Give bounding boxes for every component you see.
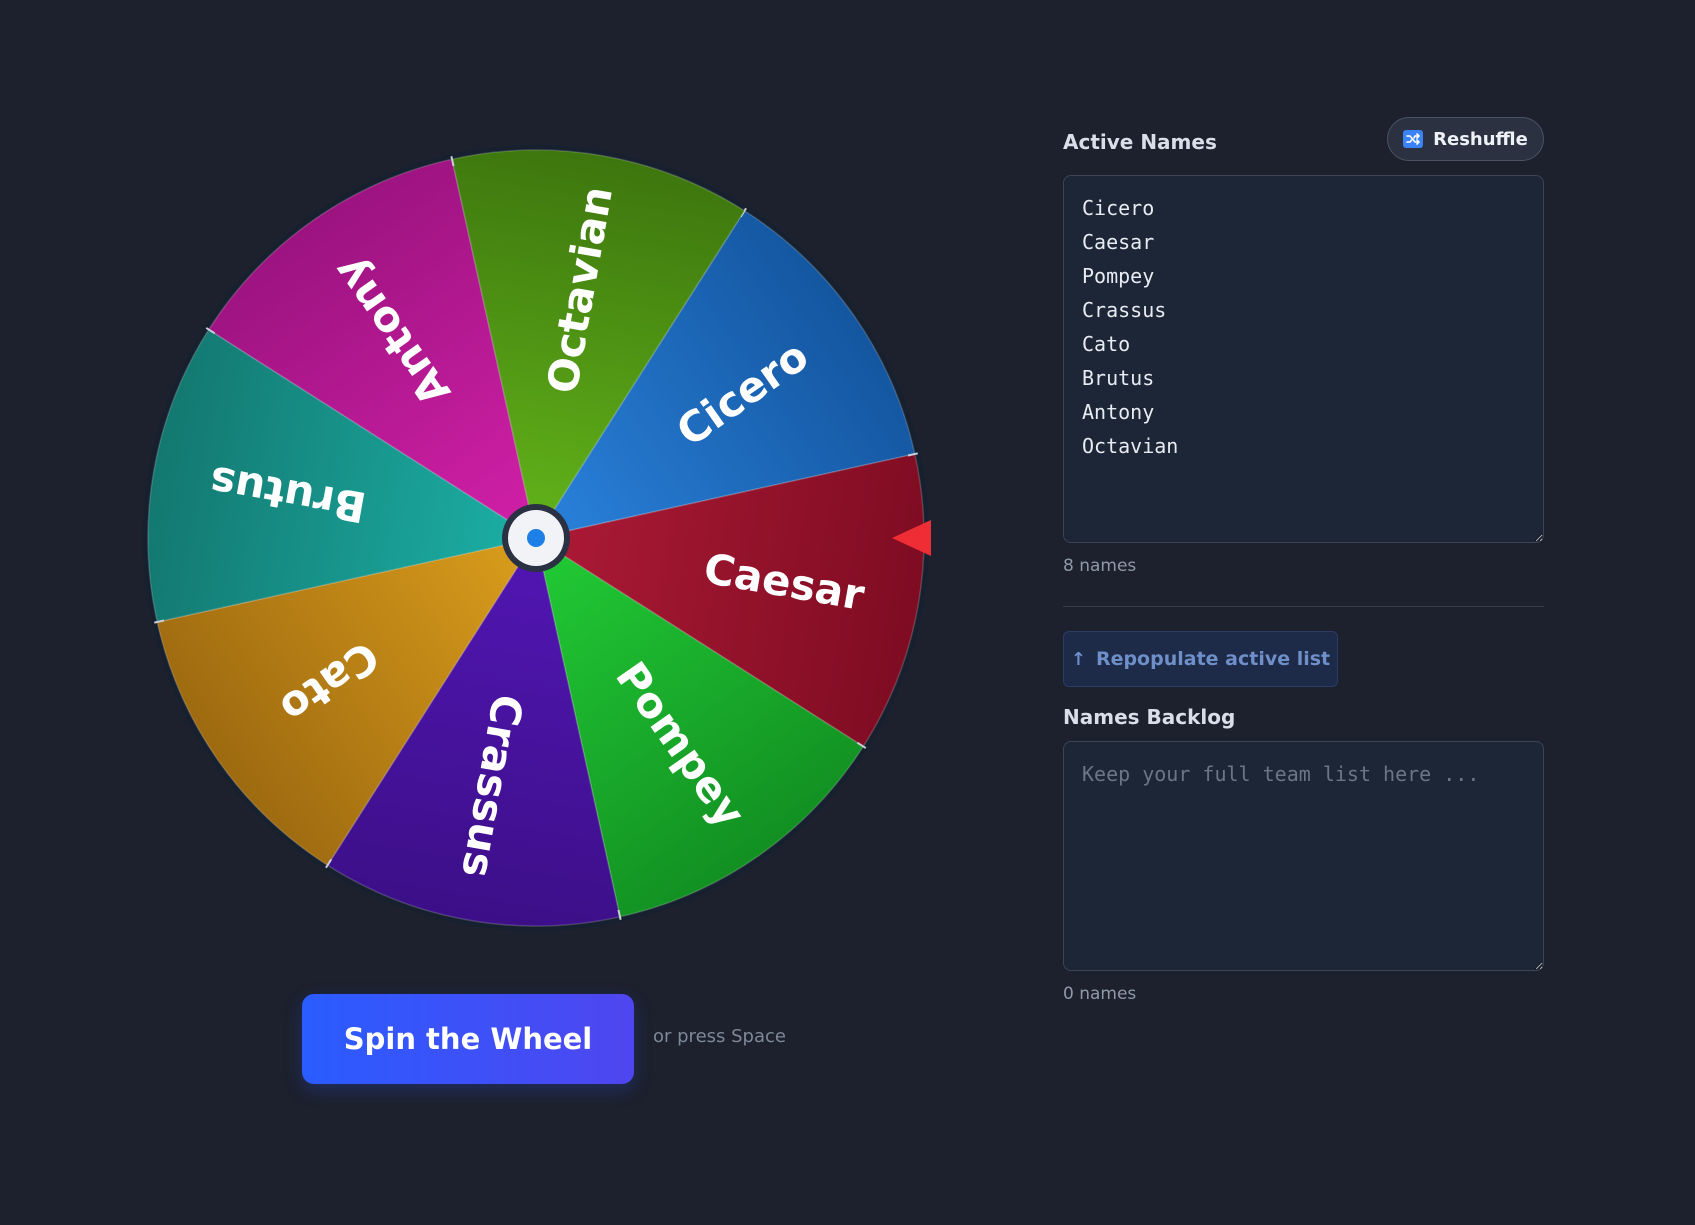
names-backlog-input[interactable] [1063, 741, 1544, 971]
active-names-input[interactable]: Cicero Caesar Pompey Crassus Cato Brutus… [1063, 175, 1544, 543]
spin-button[interactable]: Spin the Wheel [302, 994, 634, 1084]
reshuffle-label: Reshuffle [1433, 128, 1528, 150]
names-backlog-title: Names Backlog [1063, 705, 1236, 729]
active-names-header: Active Names Reshuffle [1063, 117, 1544, 163]
repopulate-label: Repopulate active list [1095, 648, 1331, 670]
section-divider [1063, 606, 1544, 607]
wheel[interactable]: Cicero Caesar Pompey Crassus Cato Brutus Anton… [140, 142, 932, 934]
names-panel: Active Names Reshuffle Cicero Caesar Pom… [1063, 117, 1544, 1004]
wheel-graphic[interactable]: CiceroCaesarPompeyCrassusCatoBrutusAnton… [140, 142, 932, 934]
hub-dot [527, 529, 545, 547]
wheel-hub[interactable] [502, 504, 570, 572]
active-names-count: 8 names [1063, 556, 1137, 576]
arrow-up-icon: ↑ [1070, 648, 1086, 670]
active-names-title: Active Names [1063, 130, 1217, 154]
wheel-app: Cicero Caesar Pompey Crassus Cato Brutus Anton… [0, 0, 1695, 1225]
backlog-names-count: 0 names [1063, 984, 1137, 1004]
repopulate-button[interactable]: ↑ Repopulate active list [1063, 631, 1338, 687]
shuffle-icon [1403, 130, 1424, 148]
spin-hint: or press Space [653, 1026, 786, 1047]
reshuffle-button[interactable]: Reshuffle [1387, 117, 1544, 161]
